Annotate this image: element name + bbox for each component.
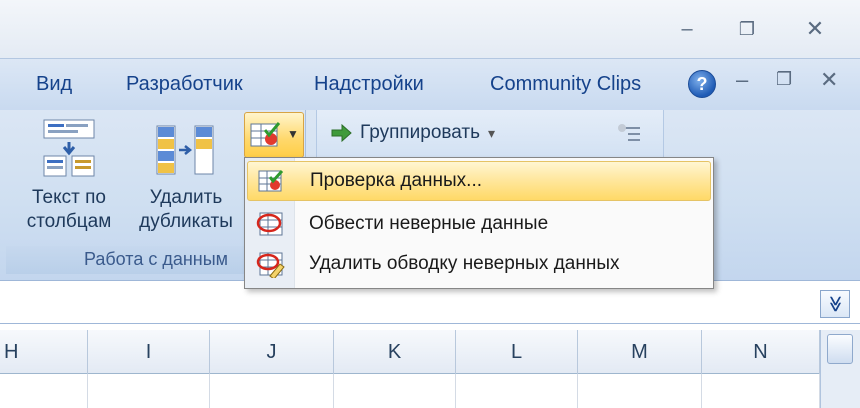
menu-item-circle-invalid[interactable]: Обвести неверные данные xyxy=(247,204,711,244)
ribbon-minimize-icon[interactable]: – xyxy=(736,67,748,93)
menu-item-label: Проверка данных... xyxy=(310,170,483,191)
clear-circles-icon xyxy=(247,245,295,283)
chevron-double-down-icon: ≫ xyxy=(826,295,843,313)
menu-item-data-validation[interactable]: Проверка данных... xyxy=(247,161,711,201)
column-header-j[interactable]: J xyxy=(210,330,334,374)
text-to-columns-label-1: Текст по xyxy=(32,187,106,208)
group-button-label: Группировать xyxy=(360,122,481,143)
menu-item-label: Удалить обводку неверных данных xyxy=(309,253,620,274)
arrow-right-icon xyxy=(331,124,352,142)
grid-cell[interactable] xyxy=(702,374,820,408)
help-icon[interactable]: ? xyxy=(688,70,716,98)
text-to-columns-button[interactable]: Текст по столбцам xyxy=(16,116,122,234)
remove-duplicates-label-1: Удалить xyxy=(149,187,223,208)
grid-cell[interactable] xyxy=(578,374,702,408)
close-button[interactable]: ✕ xyxy=(800,14,830,44)
column-header-m[interactable]: M xyxy=(578,330,702,374)
tab-developer[interactable]: Разработчик xyxy=(126,73,243,96)
title-bar: – ❐ ✕ xyxy=(0,0,860,58)
menu-item-clear-circles[interactable]: Удалить обводку неверных данных xyxy=(247,244,711,284)
grid-cell[interactable] xyxy=(0,374,88,408)
grid-cell[interactable] xyxy=(456,374,578,408)
close-icon: ✕ xyxy=(805,16,825,41)
minimize-button[interactable]: – xyxy=(672,14,702,44)
vertical-scrollbar[interactable] xyxy=(820,330,860,408)
grid-row xyxy=(0,374,820,408)
column-header-i[interactable]: I xyxy=(88,330,210,374)
column-headers: H I J K L M N xyxy=(0,330,820,374)
grid-cell[interactable] xyxy=(210,374,334,408)
data-validation-split-button[interactable]: ▼ xyxy=(244,112,304,158)
ribbon-close-icon[interactable]: ✕ xyxy=(820,67,838,93)
restore-button[interactable]: ❐ xyxy=(732,14,762,44)
circle-invalid-icon xyxy=(247,205,295,243)
text-to-columns-label-2: столбцам xyxy=(26,211,112,232)
minimize-icon: – xyxy=(681,17,693,40)
tab-addins[interactable]: Надстройки xyxy=(314,73,424,96)
remove-duplicates-icon xyxy=(156,125,214,175)
column-header-k[interactable]: K xyxy=(334,330,456,374)
expand-formula-bar-button[interactable]: ≫ xyxy=(820,290,850,318)
data-validation-icon xyxy=(250,122,281,147)
scrollbar-thumb[interactable] xyxy=(827,334,853,364)
column-header-n[interactable]: N xyxy=(702,330,820,374)
ribbon-tabs: Вид Разработчик Надстройки Community Cli… xyxy=(0,58,860,110)
grid-cell[interactable] xyxy=(334,374,456,408)
outline-settings-icon[interactable] xyxy=(614,118,644,148)
tab-community-clips[interactable]: Community Clips xyxy=(490,73,641,96)
chevron-down-icon: ▼ xyxy=(287,127,299,141)
group-dropdown-icon: ▾ xyxy=(488,124,496,141)
text-to-columns-icon xyxy=(43,119,95,177)
grid-cell[interactable] xyxy=(88,374,210,408)
tab-view[interactable]: Вид xyxy=(36,73,72,96)
ribbon-restore-icon[interactable]: ❐ xyxy=(776,69,792,90)
column-header-l[interactable]: L xyxy=(456,330,578,374)
group-button[interactable]: Группировать ▾ xyxy=(330,122,495,144)
restore-icon: ❐ xyxy=(738,18,756,39)
data-validation-icon xyxy=(248,162,296,200)
remove-duplicates-button[interactable]: Удалить дубликаты xyxy=(130,116,242,234)
data-validation-menu: Проверка данных... Обвести неверные данн… xyxy=(244,157,714,289)
remove-duplicates-label-2: дубликаты xyxy=(139,211,233,232)
menu-item-label: Обвести неверные данные xyxy=(309,213,549,234)
column-header-h[interactable]: H xyxy=(0,330,88,374)
